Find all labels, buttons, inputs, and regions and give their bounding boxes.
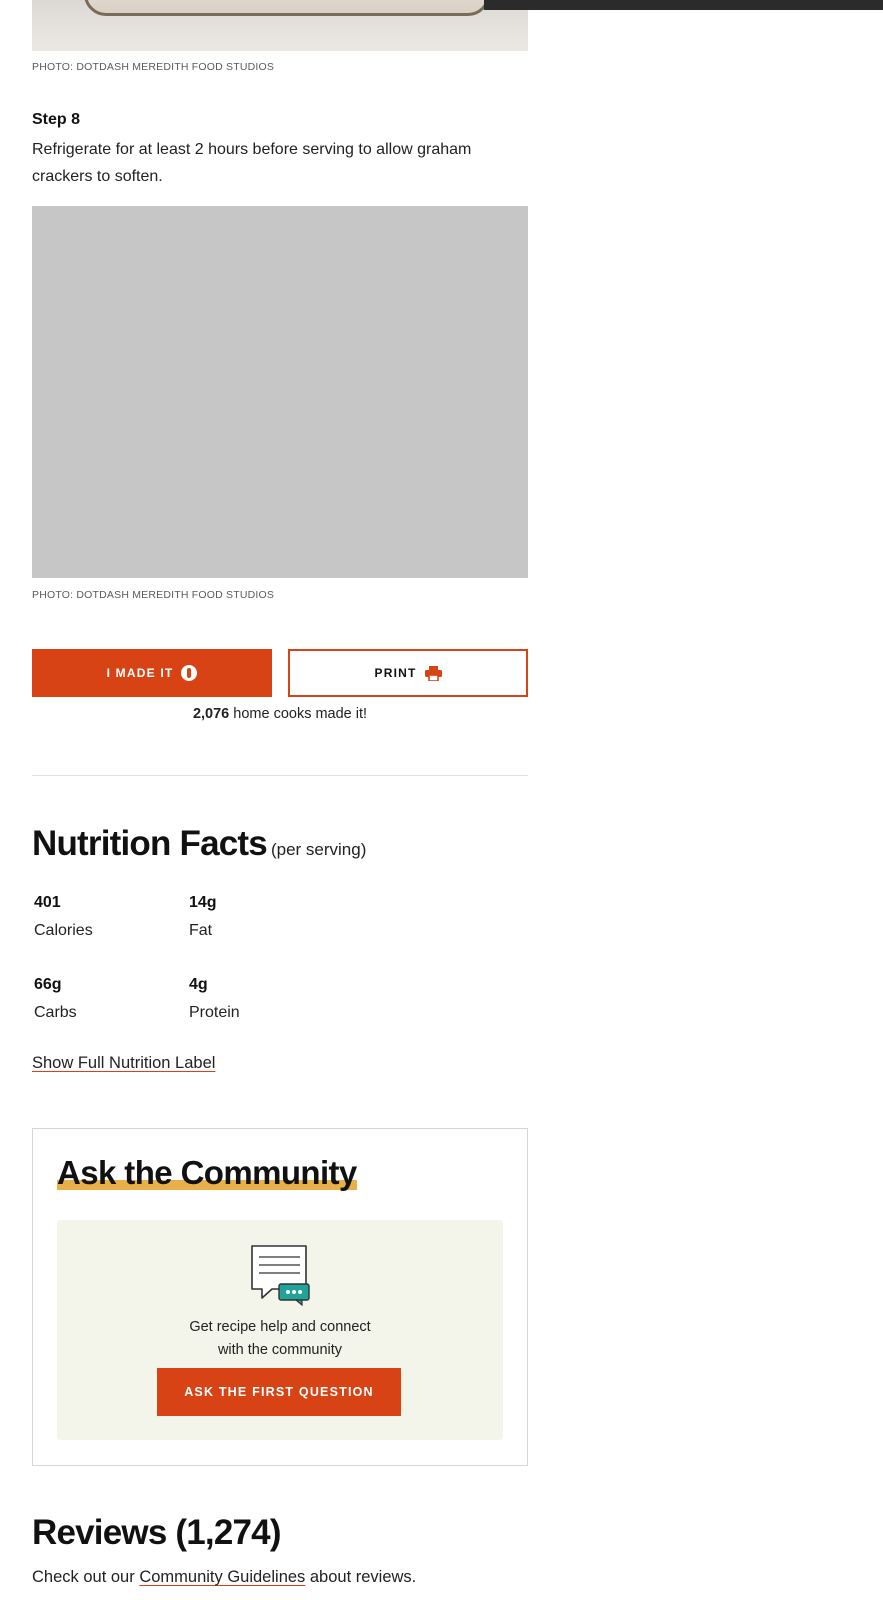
made-it-icon <box>181 665 198 681</box>
nutrition-label: Protein <box>189 1004 240 1021</box>
reviews-guidelines-text: Check out our Community Guidelines about… <box>32 1568 416 1587</box>
ask-first-question-button[interactable]: ASK THE FIRST QUESTION <box>157 1368 401 1416</box>
nutrition-fact: 4g Protein <box>189 972 240 1026</box>
print-button[interactable]: PRINT <box>288 649 528 697</box>
print-label: PRINT <box>374 666 417 680</box>
baking-pan-image <box>84 0 490 16</box>
nutrition-value: 14g <box>189 894 217 911</box>
printer-icon <box>424 665 442 681</box>
show-full-nutrition-link[interactable]: Show Full Nutrition Label <box>32 1054 215 1073</box>
nutrition-fact: 66g Carbs <box>34 972 77 1026</box>
community-description: Get recipe help and connect with the com… <box>57 1316 503 1362</box>
community-text-line: with the community <box>217 1342 343 1358</box>
nutrition-value: 66g <box>34 976 62 993</box>
section-divider <box>32 775 528 776</box>
community-text-line: Get recipe help and connect <box>189 1319 371 1335</box>
community-heading: Ask the Community <box>57 1154 357 1192</box>
nutrition-fact: 14g Fat <box>189 890 217 944</box>
reviews-heading: Reviews (1,274) <box>32 1513 282 1552</box>
community-guidelines-link[interactable]: Community Guidelines <box>139 1568 305 1586</box>
step-text: Refrigerate for at least 2 hours before … <box>32 141 472 185</box>
photo-credit: PHOTO: DOTDASH MEREDITH FOOD STUDIOS <box>32 61 275 73</box>
made-count-number: 2,076 <box>192 706 230 722</box>
nutrition-subtitle: (per serving) <box>270 840 367 859</box>
nutrition-fact: 401 Calories <box>34 890 93 944</box>
chat-bubble-icon <box>251 1245 310 1306</box>
reviews-text-suffix: about reviews. <box>305 1568 417 1586</box>
i-made-it-label: I MADE IT <box>106 666 174 680</box>
nutrition-value: 4g <box>189 976 208 993</box>
top-ad-bar <box>484 0 883 10</box>
made-it-count: 2,076 home cooks made it! <box>32 706 528 722</box>
nutrition-value: 401 <box>34 894 61 911</box>
nutrition-label: Calories <box>34 922 93 939</box>
step-title: Step 8 <box>32 111 81 128</box>
nutrition-title: Nutrition Facts <box>32 824 268 863</box>
step8-photo <box>32 206 528 578</box>
step7-photo <box>32 0 528 51</box>
community-panel: Get recipe help and connect with the com… <box>57 1220 503 1440</box>
community-title: Ask the Community <box>57 1154 357 1191</box>
made-count-text: home cooks made it! <box>229 706 368 722</box>
i-made-it-button[interactable]: I MADE IT <box>32 649 272 697</box>
nutrition-heading: Nutrition Facts (per serving) <box>32 824 366 864</box>
nutrition-label: Carbs <box>34 1004 77 1021</box>
nutrition-label: Fat <box>189 922 213 939</box>
photo-credit: PHOTO: DOTDASH MEREDITH FOOD STUDIOS <box>32 589 275 601</box>
ask-community-card: Ask the Community Get recipe help and co… <box>32 1128 528 1466</box>
reviews-text-prefix: Check out our <box>32 1568 140 1586</box>
